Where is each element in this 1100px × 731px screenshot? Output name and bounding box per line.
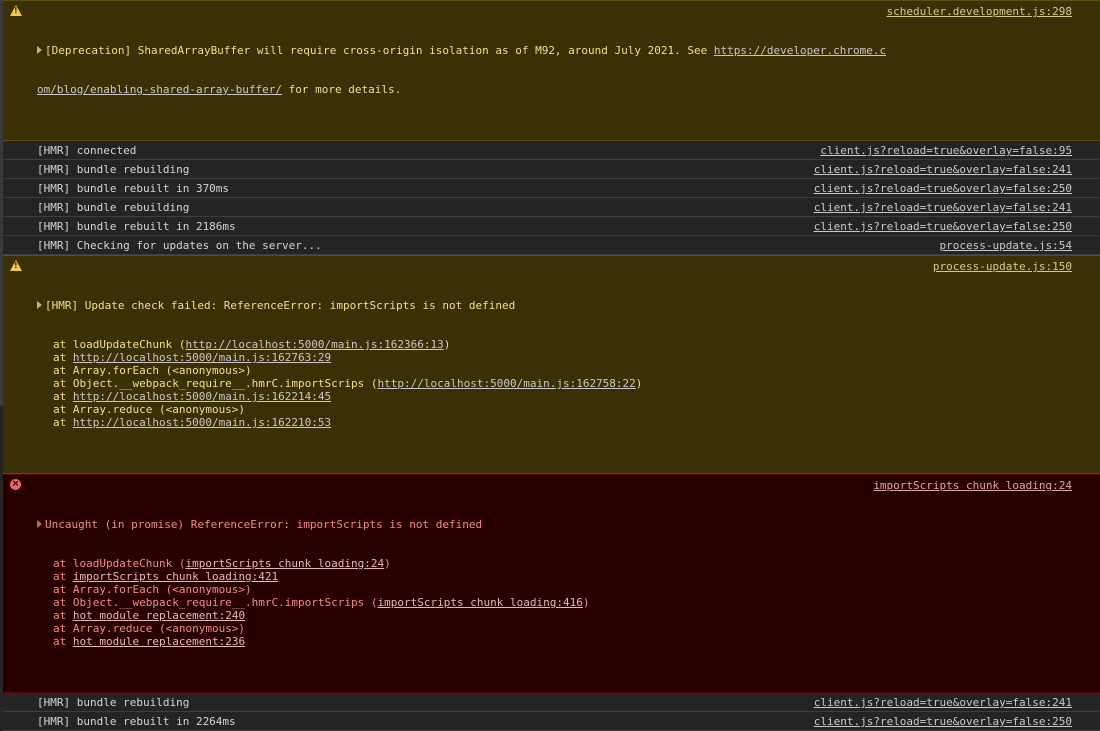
stack-frame-text: at Array.reduce (<anonymous>) xyxy=(53,622,246,635)
warning-icon xyxy=(10,5,22,17)
stack-frame-link[interactable]: hot module replacement:236 xyxy=(73,635,245,648)
stack-frame-link[interactable]: http://localhost:5000/main.js:162214:45 xyxy=(73,390,331,403)
stack-frame: at http://localhost:5000/main.js:162214:… xyxy=(37,390,1072,403)
stack-frame-text: at Object.__webpack_require__.hmrC.impor… xyxy=(53,377,378,390)
stack-frame-text: at xyxy=(53,416,73,429)
stack-frame-text: at xyxy=(53,609,73,622)
message-source-link[interactable]: process-update.js:150 xyxy=(933,260,1072,273)
message-text: [HMR] bundle rebuilt in 2264ms xyxy=(37,715,236,728)
stack-frame-text: at xyxy=(53,351,73,364)
message-text: [HMR] bundle rebuilding xyxy=(37,201,190,214)
stack-frame-text: at xyxy=(53,570,73,583)
console-message[interactable]: [HMR] bundle rebuilt in 2264ms client.js?… xyxy=(3,712,1100,731)
message-text: [HMR] bundle rebuilding xyxy=(37,696,190,709)
stack-frame: at Array.forEach (<anonymous>) xyxy=(37,583,1072,596)
stack-frame-suffix: ) xyxy=(582,596,590,609)
uncaught-error-message[interactable]: × Uncaught (in promise) ReferenceError: … xyxy=(3,474,1100,693)
deprecation-line2-suffix: for more details. xyxy=(282,83,402,96)
info-message-group-bottom: [HMR] bundle rebuilding client.js?reload=… xyxy=(3,693,1100,731)
warning-icon xyxy=(10,260,22,272)
stack-frame: at http://localhost:5000/main.js:162210:… xyxy=(37,416,1072,429)
console-message[interactable]: [HMR] connected client.js?reload=true&ove… xyxy=(3,141,1100,160)
expand-triangle-icon[interactable] xyxy=(37,301,42,309)
stack-trace: at loadUpdateChunk (http://localhost:500… xyxy=(37,338,1072,429)
message-source-link[interactable]: client.js?reload=true&overlay=false:95 xyxy=(820,144,1072,157)
stack-frame-link[interactable]: importScripts chunk loading:416 xyxy=(378,596,583,609)
stack-frame-link[interactable]: http://localhost:5000/main.js:162758:22 xyxy=(378,377,636,390)
stack-frame-link[interactable]: importScripts chunk loading:24 xyxy=(185,557,384,570)
stack-frame-text: at loadUpdateChunk ( xyxy=(53,338,186,351)
stack-frame: at Object.__webpack_require__.hmrC.impor… xyxy=(37,596,1072,609)
console-panel: [Deprecation] SharedArrayBuffer will req… xyxy=(0,0,1100,731)
stack-frame-link[interactable]: http://localhost:5000/main.js:162366:13 xyxy=(185,338,443,351)
stack-frame-text: at Array.forEach (<anonymous>) xyxy=(53,364,252,377)
message-source-link[interactable]: client.js?reload=true&overlay=false:250 xyxy=(814,220,1072,233)
info-message-group-top: [HMR] connected client.js?reload=true&ove… xyxy=(3,141,1100,255)
message-source-link[interactable]: client.js?reload=true&overlay=false:241 xyxy=(814,201,1072,214)
console-message[interactable]: [HMR] Checking for updates on the server… xyxy=(3,236,1100,255)
stack-frame-text: at Object.__webpack_require__.hmrC.impor… xyxy=(53,596,378,609)
update-check-warning-message[interactable]: [HMR] Update check failed: ReferenceErro… xyxy=(3,255,1100,474)
error-text: Uncaught (in promise) ReferenceError: im… xyxy=(45,518,483,531)
deprecation-text: [Deprecation] SharedArrayBuffer will req… xyxy=(37,44,1072,57)
stack-frame: at hot module replacement:240 xyxy=(37,609,1072,622)
stack-frame-text: at loadUpdateChunk ( xyxy=(53,557,186,570)
stack-frame: at Array.forEach (<anonymous>) xyxy=(37,364,1072,377)
message-text: [HMR] bundle rebuilt in 2186ms xyxy=(37,220,236,233)
stack-frame-text: at Array.forEach (<anonymous>) xyxy=(53,583,252,596)
console-message[interactable]: [HMR] bundle rebuilding client.js?reload=… xyxy=(3,160,1100,179)
deprecation-link-part1[interactable]: https://developer.chrome.c xyxy=(714,44,886,57)
expand-triangle-icon[interactable] xyxy=(37,46,42,54)
expand-triangle-icon[interactable] xyxy=(37,520,42,528)
error-icon: × xyxy=(10,479,21,490)
stack-frame: at Array.reduce (<anonymous>) xyxy=(37,403,1072,416)
stack-trace: at loadUpdateChunk (importScripts chunk … xyxy=(37,557,1072,648)
stack-frame-suffix: ) xyxy=(443,338,451,351)
error-header: Uncaught (in promise) ReferenceError: im… xyxy=(37,518,1072,531)
warning-text: [HMR] Update check failed: ReferenceErro… xyxy=(45,299,516,312)
message-text: [HMR] connected xyxy=(37,144,137,157)
message-source-link[interactable]: client.js?reload=true&overlay=false:241 xyxy=(814,696,1072,709)
console-message[interactable]: [HMR] bundle rebuilding client.js?reload=… xyxy=(3,693,1100,712)
stack-frame-link[interactable]: http://localhost:5000/main.js:162210:53 xyxy=(73,416,331,429)
stack-frame: at loadUpdateChunk (importScripts chunk … xyxy=(37,557,1072,570)
message-source-link[interactable]: client.js?reload=true&overlay=false:250 xyxy=(814,182,1072,195)
deprecation-line2: om/blog/enabling-shared-array-buffer/ fo… xyxy=(37,83,1072,96)
stack-frame: at loadUpdateChunk (http://localhost:500… xyxy=(37,338,1072,351)
stack-frame: at hot module replacement:236 xyxy=(37,635,1072,648)
stack-frame: at http://localhost:5000/main.js:162763:… xyxy=(37,351,1072,364)
stack-frame-link[interactable]: http://localhost:5000/main.js:162763:29 xyxy=(73,351,331,364)
stack-frame: at Object.__webpack_require__.hmrC.impor… xyxy=(37,377,1072,390)
message-source-link[interactable]: client.js?reload=true&overlay=false:241 xyxy=(814,163,1072,176)
stack-frame-text: at Array.reduce (<anonymous>) xyxy=(53,403,246,416)
stack-frame-suffix: ) xyxy=(384,557,391,570)
console-message[interactable]: [HMR] bundle rebuilt in 370ms client.js?r… xyxy=(3,179,1100,198)
message-text: [HMR] Checking for updates on the server… xyxy=(37,239,322,252)
stack-frame-suffix: ) xyxy=(635,377,643,390)
message-source-link[interactable]: client.js?reload=true&overlay=false:250 xyxy=(814,715,1072,728)
stack-frame-text: at xyxy=(53,390,73,403)
deprecation-line1: [Deprecation] SharedArrayBuffer will req… xyxy=(45,44,714,57)
console-message[interactable]: [HMR] bundle rebuilding client.js?reload=… xyxy=(3,198,1100,217)
message-source-link[interactable]: process-update.js:54 xyxy=(940,239,1072,252)
deprecation-warning-message[interactable]: [Deprecation] SharedArrayBuffer will req… xyxy=(3,0,1100,141)
message-source-link[interactable]: importScripts chunk loading:24 xyxy=(873,479,1072,492)
stack-frame-link[interactable]: importScripts chunk loading:421 xyxy=(73,570,278,583)
message-source-link[interactable]: scheduler.development.js:298 xyxy=(887,5,1072,18)
stack-frame: at importScripts chunk loading:421 xyxy=(37,570,1072,583)
stack-frame-link[interactable]: hot module replacement:240 xyxy=(73,609,245,622)
console-message[interactable]: [HMR] bundle rebuilt in 2186ms client.js?… xyxy=(3,217,1100,236)
message-text: [HMR] bundle rebuilt in 370ms xyxy=(37,182,230,195)
stack-frame-text: at xyxy=(53,635,73,648)
stack-frame: at Array.reduce (<anonymous>) xyxy=(37,622,1072,635)
deprecation-link-part2[interactable]: om/blog/enabling-shared-array-buffer/ xyxy=(37,83,282,96)
warning-header: [HMR] Update check failed: ReferenceErro… xyxy=(37,299,1072,312)
message-text: [HMR] bundle rebuilding xyxy=(37,163,190,176)
